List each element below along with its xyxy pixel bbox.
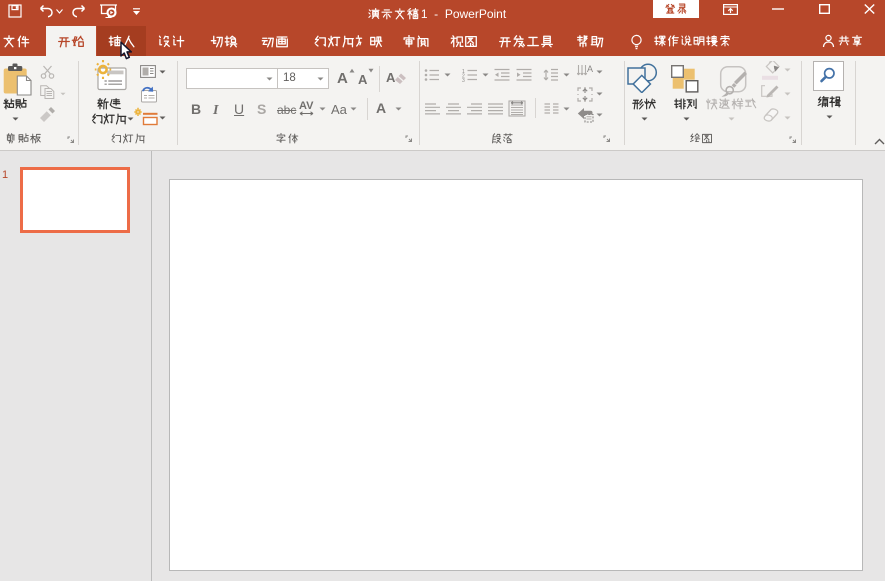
svg-text:AV: AV [299,100,314,112]
svg-text:3: 3 [462,78,465,82]
svg-text:A: A [587,64,593,74]
